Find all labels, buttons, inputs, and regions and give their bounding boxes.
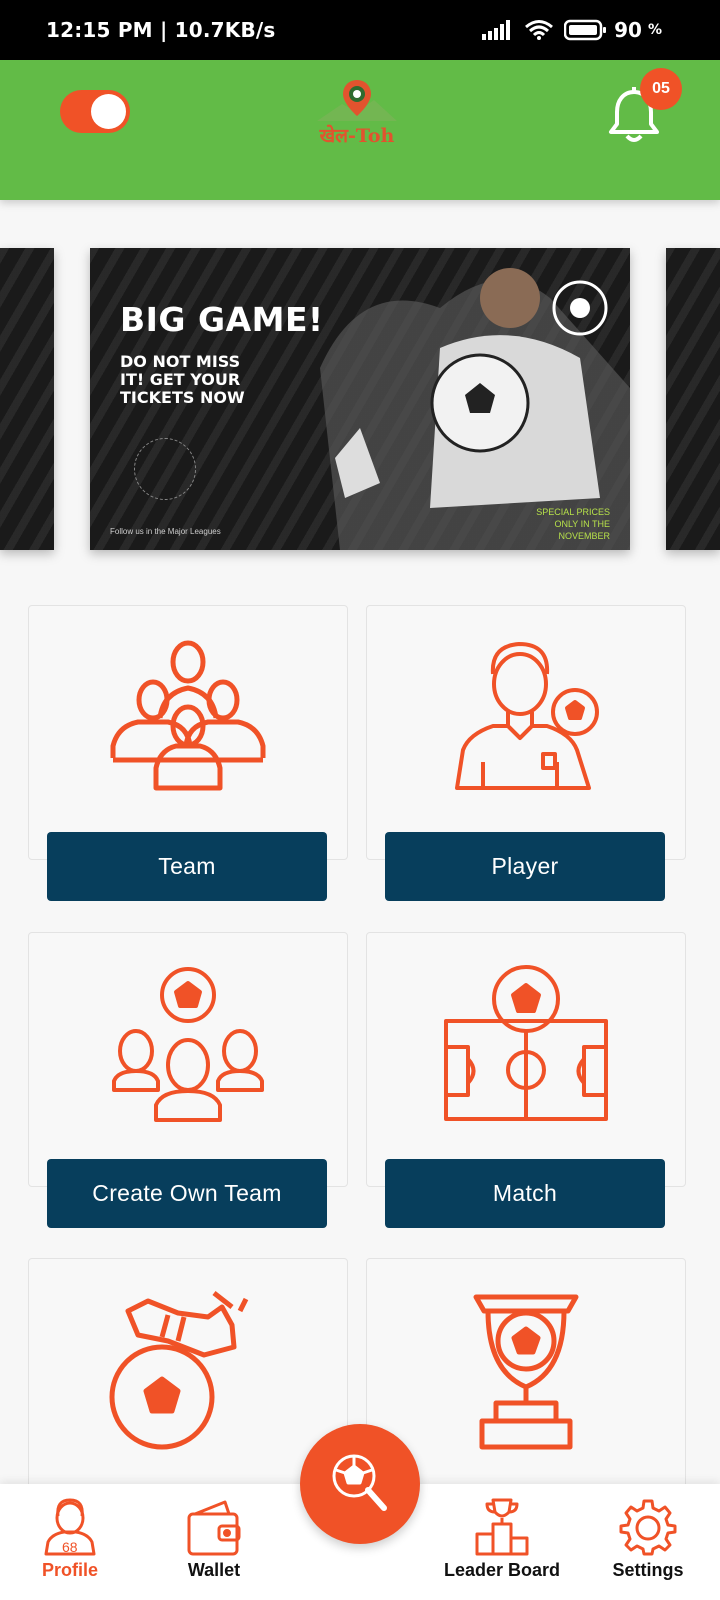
banner-subtitle: DO NOT MISS IT! GET YOUR TICKETS NOW xyxy=(120,352,245,407)
banner-footer: Follow us in the Major Leagues xyxy=(110,527,221,536)
match-icon xyxy=(444,965,608,1121)
notification-badge: 05 xyxy=(640,68,682,110)
nav-leaderboard[interactable]: Leader Board xyxy=(432,1498,572,1581)
svg-text:68: 68 xyxy=(62,1539,78,1555)
wallet-icon xyxy=(187,1500,241,1556)
nav-leaderboard-label: Leader Board xyxy=(443,1560,561,1580)
team-card[interactable]: Team xyxy=(28,605,348,901)
app-logo: खेल-Toh xyxy=(312,76,402,147)
nav-profile[interactable]: 68 Profile xyxy=(0,1498,140,1581)
player-card[interactable]: Player xyxy=(366,605,686,901)
location-pin-icon xyxy=(317,80,397,121)
mode-toggle[interactable] xyxy=(60,90,130,133)
trophy-icon xyxy=(473,1294,579,1450)
status-time: 12:15 PM | 10.7KB/s xyxy=(46,18,276,42)
profile-icon: 68 xyxy=(44,1498,96,1556)
banner-promo: SPECIAL PRICES ONLY IN THE NOVEMBER xyxy=(536,507,610,541)
match-button[interactable]: Match xyxy=(385,1159,665,1228)
nav-settings[interactable]: Settings xyxy=(578,1498,718,1581)
create-own-team-card[interactable]: Create Own Team xyxy=(28,932,348,1228)
battery-icon xyxy=(564,19,607,41)
nav-wallet-label: Wallet xyxy=(187,1560,241,1580)
wifi-icon xyxy=(525,20,554,40)
banner-next[interactable] xyxy=(666,248,720,550)
circular-text-decoration xyxy=(134,438,196,500)
battery-indicator: 90% xyxy=(564,18,662,42)
create-own-team-icon xyxy=(112,967,264,1122)
banner-title: BIG GAME! xyxy=(120,300,324,339)
podium-icon xyxy=(475,1498,529,1556)
player-photo xyxy=(320,268,630,550)
status-bar: 12:15 PM | 10.7KB/s 90% xyxy=(0,0,720,60)
logo-text: खेल-Toh xyxy=(319,125,395,147)
banner-current[interactable]: BIG GAME! DO NOT MISS IT! GET YOUR TICKE… xyxy=(90,248,630,550)
player-button[interactable]: Player xyxy=(385,832,665,901)
player-icon xyxy=(455,642,599,790)
signal-icon xyxy=(482,20,511,40)
banner-previous[interactable] xyxy=(0,248,54,550)
battery-percent: 90 xyxy=(614,18,642,42)
app-header: खेल-Toh 05 xyxy=(0,60,720,200)
nav-wallet[interactable]: Wallet xyxy=(144,1498,284,1581)
battery-unit: % xyxy=(647,22,662,38)
nav-profile-label: Profile xyxy=(41,1560,98,1580)
create-own-team-button[interactable]: Create Own Team xyxy=(47,1159,327,1228)
search-fab[interactable] xyxy=(300,1424,420,1544)
ball-search-icon xyxy=(332,1454,387,1511)
nav-settings-label: Settings xyxy=(612,1560,684,1580)
football-boot-icon xyxy=(109,1291,249,1450)
team-button[interactable]: Team xyxy=(47,832,327,901)
match-card[interactable]: Match xyxy=(366,932,686,1228)
app-screen: 12:15 PM | 10.7KB/s 90% खेल-Toh 05 BIG G… xyxy=(0,0,720,1600)
status-icons: 90% xyxy=(482,18,662,42)
toggle-knob xyxy=(91,94,126,129)
gear-icon xyxy=(619,1499,677,1556)
team-icon xyxy=(110,640,266,791)
